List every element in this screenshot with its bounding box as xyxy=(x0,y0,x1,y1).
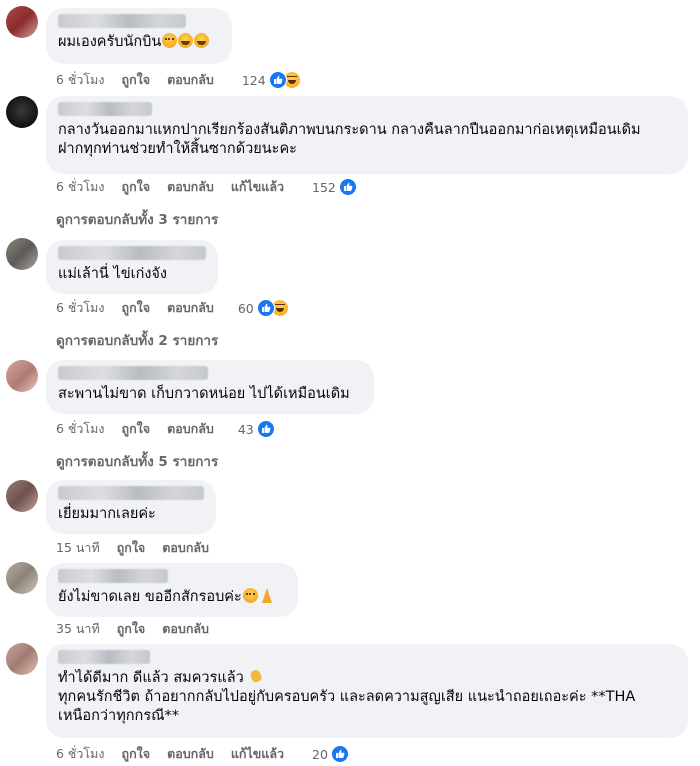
reaction-summary[interactable]: 60 xyxy=(238,299,289,317)
timestamp[interactable]: 15 นาที xyxy=(56,538,100,558)
timestamp[interactable]: 35 นาที xyxy=(56,619,100,639)
grinning-face-icon xyxy=(194,33,210,48)
comment-bubble: ทำได้ดีมาก ดีแล้ว สมควรแล้ว ทุกคนรักชีวิ… xyxy=(46,644,688,738)
avatar[interactable] xyxy=(6,480,38,512)
reaction-summary[interactable]: 20 xyxy=(312,745,349,763)
like-reaction-icon xyxy=(330,745,349,763)
like-reaction-icon xyxy=(256,299,275,317)
author-name-blurred[interactable] xyxy=(58,650,150,664)
timestamp[interactable]: 6 ชั่วโมง xyxy=(56,177,105,197)
like-reaction-icon xyxy=(338,178,357,196)
reply-button[interactable]: ตอบกลับ xyxy=(167,298,214,318)
comment-text-line: เหนือกว่าทุกกรณี** xyxy=(58,708,180,724)
like-button[interactable]: ถูกใจ xyxy=(122,419,151,439)
view-replies-label: ดูการตอบกลับทั้ง 5 รายการ xyxy=(56,454,219,470)
avatar[interactable] xyxy=(6,238,38,270)
flushed-face-icon xyxy=(162,33,178,48)
reply-button[interactable]: ตอบกลับ xyxy=(167,419,214,439)
comment-text-line: ทำได้ดีมาก ดีแล้ว สมควรแล้ว xyxy=(58,669,676,688)
grinning-face-icon xyxy=(178,33,194,48)
reply-button[interactable]: ตอบกลับ xyxy=(167,177,214,197)
view-replies-label: ดูการตอบกลับทั้ง 3 รายการ xyxy=(56,212,219,228)
comment-bubble: ยังไม่ขาดเลย ขออีกสักรอบค่ะ xyxy=(46,563,298,617)
author-name-blurred[interactable] xyxy=(58,486,204,500)
view-replies-link[interactable]: ดูการตอบกลับทั้ง 3 รายการ xyxy=(56,208,218,230)
author-name-blurred[interactable] xyxy=(58,102,152,116)
view-replies-label: ดูการตอบกลับทั้ง 2 รายการ xyxy=(56,333,219,349)
reaction-count: 124 xyxy=(241,72,266,88)
comment-bubble: แม่เล้านี่ ไข่เก่งจัง xyxy=(46,240,218,294)
like-button[interactable]: ถูกใจ xyxy=(122,177,151,197)
view-replies-link[interactable]: ดูการตอบกลับทั้ง 2 รายการ xyxy=(56,329,218,351)
comment-text-line: กลางวันออกมาแหกปากเรียกร้องสันติภาพบนกระ… xyxy=(58,122,641,138)
comment-actions: 35 นาที ถูกใจ ตอบกลับ xyxy=(56,620,226,638)
flushed-face-icon xyxy=(242,588,258,603)
reaction-summary[interactable]: 43 xyxy=(238,420,275,438)
comment-bubble: เยี่ยมมากเลยค่ะ xyxy=(46,480,216,534)
like-reaction-icon xyxy=(268,71,287,89)
comment-bubble: ผมเองครับนักบิน xyxy=(46,8,232,64)
like-button[interactable]: ถูกใจ xyxy=(122,70,151,90)
author-name-blurred[interactable] xyxy=(58,569,168,583)
comment-text: ผมเองครับนักบิน xyxy=(58,33,220,52)
reply-button[interactable]: ตอบกลับ xyxy=(162,619,209,639)
comment-text: ยังไม่ขาดเลย ขออีกสักรอบค่ะ xyxy=(58,588,286,607)
avatar[interactable] xyxy=(6,643,38,675)
avatar[interactable] xyxy=(6,96,38,128)
reaction-count: 43 xyxy=(237,421,254,437)
comment-text-line: ทุกคนรักชีวิต ถ้าอยากกลับไปอยู่กับครอบคร… xyxy=(58,689,636,705)
view-replies-link[interactable]: ดูการตอบกลับทั้ง 5 รายการ xyxy=(56,450,218,472)
reaction-count: 20 xyxy=(312,746,328,762)
comment-text: แม่เล้านี่ ไข่เก่งจัง xyxy=(58,266,168,282)
like-button[interactable]: ถูกใจ xyxy=(117,619,146,639)
avatar[interactable] xyxy=(6,6,38,38)
clapping-hands-icon xyxy=(249,669,264,684)
timestamp[interactable]: 6 ชั่วโมง xyxy=(56,744,105,764)
reaction-count: 60 xyxy=(237,300,254,316)
reaction-summary[interactable]: 152 xyxy=(312,178,357,196)
comment-bubble: สะพานไม่ขาด เก็บกวาดหน่อย ไปได้เหมือนเดิ… xyxy=(46,360,374,414)
comment-actions: 6 ชั่วโมง ถูกใจ ตอบกลับ แก้ไขแล้ว 20 xyxy=(56,745,349,763)
avatar[interactable] xyxy=(6,562,38,594)
edited-label[interactable]: แก้ไขแล้ว xyxy=(231,744,284,764)
comment-bubble: กลางวันออกมาแหกปากเรียกร้องสันติภาพบนกระ… xyxy=(46,96,688,174)
reply-button[interactable]: ตอบกลับ xyxy=(167,744,214,764)
comment-actions: 6 ชั่วโมง ถูกใจ ตอบกลับ แก้ไขแล้ว 152 xyxy=(56,178,357,196)
avatar[interactable] xyxy=(6,360,38,392)
reply-button[interactable]: ตอบกลับ xyxy=(162,538,209,558)
edited-label[interactable]: แก้ไขแล้ว xyxy=(231,177,284,197)
like-reaction-icon xyxy=(256,420,275,438)
comment-actions: 15 นาที ถูกใจ ตอบกลับ xyxy=(56,539,226,557)
like-button[interactable]: ถูกใจ xyxy=(122,744,151,764)
reaction-summary[interactable]: 124 xyxy=(242,71,301,89)
comment-text: สะพานไม่ขาด เก็บกวาดหน่อย ไปได้เหมือนเดิ… xyxy=(58,386,350,402)
timestamp[interactable]: 6 ชั่วโมง xyxy=(56,298,105,318)
comment-text: เยี่ยมมากเลยค่ะ xyxy=(58,506,156,522)
timestamp[interactable]: 6 ชั่วโมง xyxy=(56,70,105,90)
folded-hands-icon xyxy=(259,588,275,603)
author-name-blurred[interactable] xyxy=(58,14,186,28)
reply-button[interactable]: ตอบกลับ xyxy=(167,70,214,90)
timestamp[interactable]: 6 ชั่วโมง xyxy=(56,419,105,439)
like-button[interactable]: ถูกใจ xyxy=(117,538,146,558)
comment-actions: 6 ชั่วโมง ถูกใจ ตอบกลับ 60 xyxy=(56,299,289,317)
comment-text-line: ฝากทุกท่านช่วยทำให้สิ้นซากด้วยนะคะ xyxy=(58,141,297,157)
like-button[interactable]: ถูกใจ xyxy=(122,298,151,318)
author-name-blurred[interactable] xyxy=(58,366,208,380)
reaction-count: 152 xyxy=(312,179,336,195)
author-name-blurred[interactable] xyxy=(58,246,206,260)
comment-actions: 6 ชั่วโมง ถูกใจ ตอบกลับ 124 xyxy=(56,71,301,89)
comment-actions: 6 ชั่วโมง ถูกใจ ตอบกลับ 43 xyxy=(56,420,275,438)
